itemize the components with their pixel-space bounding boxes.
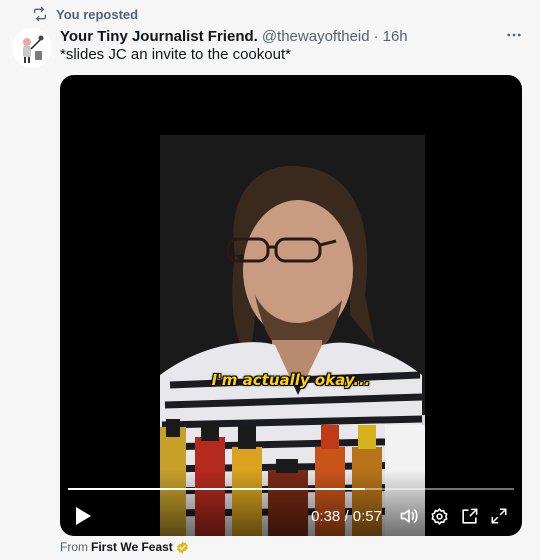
video-progress-fill	[68, 488, 366, 490]
verified-badge-icon	[176, 541, 188, 553]
volume-icon	[400, 509, 418, 523]
current-time: 0:38	[311, 507, 341, 525]
source-name[interactable]: First We Feast	[91, 540, 173, 554]
video-player[interactable]: I'm actually okay... 0:38 / 0:57	[60, 75, 522, 536]
video-frame	[60, 135, 522, 536]
settings-button[interactable]	[424, 501, 454, 531]
fullscreen-button[interactable]	[484, 501, 514, 531]
video-timecode: 0:38 / 0:57	[311, 508, 382, 525]
repost-label: You reposted	[56, 6, 139, 22]
author-handle[interactable]: @thewayoftheid	[262, 28, 370, 45]
source-prefix: From	[60, 540, 88, 554]
time-separator: /	[340, 507, 353, 525]
repost-icon	[34, 6, 46, 22]
more-icon	[507, 33, 521, 37]
author-name[interactable]: Your Tiny Journalist Friend.	[60, 28, 258, 45]
play-icon	[76, 507, 91, 525]
settings-icon	[431, 507, 447, 525]
video-source-attribution: From First We Feast	[60, 540, 189, 554]
more-options-button[interactable]	[502, 24, 526, 46]
play-button[interactable]	[72, 505, 94, 527]
video-controls: 0:38 / 0:57	[60, 499, 522, 533]
volume-button[interactable]	[394, 501, 424, 531]
avatar[interactable]	[12, 28, 52, 68]
separator-dot: ·	[373, 27, 379, 45]
tweet-text: *slides JC an invite to the cookout*	[60, 46, 291, 63]
duration: 0:57	[352, 507, 382, 525]
pip-icon	[461, 508, 477, 524]
fullscreen-icon	[491, 508, 507, 524]
video-progress-bar[interactable]	[68, 488, 514, 490]
tweet-timestamp[interactable]: 16h	[383, 28, 408, 45]
repost-indicator: You reposted	[32, 5, 138, 23]
tweet-header: Your Tiny Journalist Friend. @thewayofth…	[60, 26, 526, 46]
picture-in-picture-button[interactable]	[454, 501, 484, 531]
avatar-illustration	[23, 35, 44, 63]
video-caption: I'm actually okay...	[211, 371, 371, 389]
